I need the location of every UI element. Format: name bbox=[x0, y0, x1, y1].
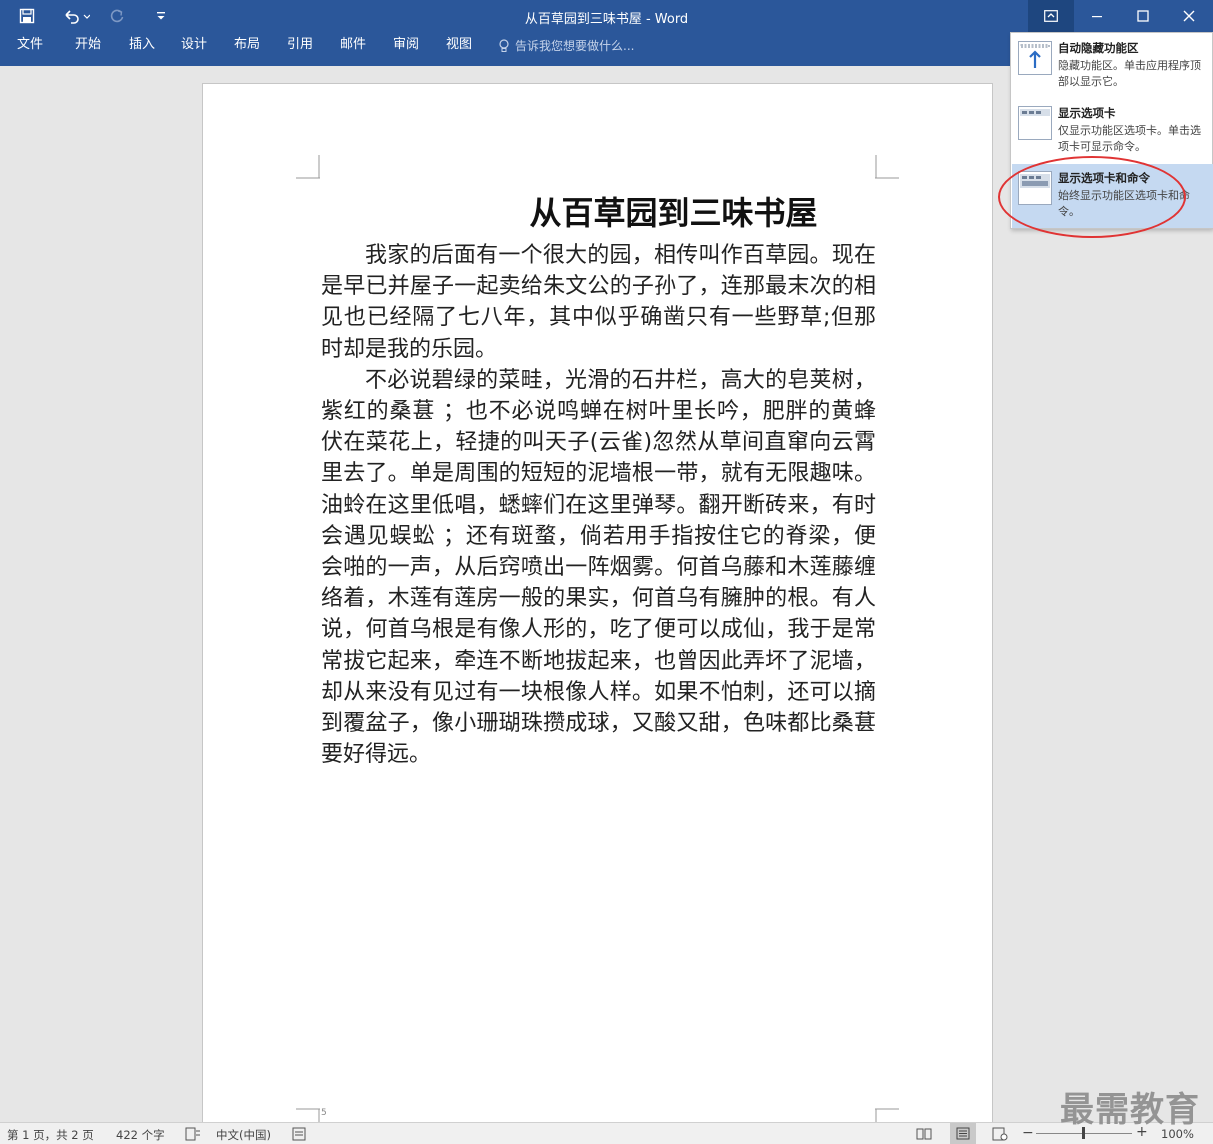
crop-mark-top-right bbox=[875, 155, 899, 179]
menu-item-title: 显示选项卡 bbox=[1058, 106, 1116, 120]
tell-me-label: 告诉我您想要做什么... bbox=[515, 39, 635, 53]
menu-item-title: 自动隐藏功能区 bbox=[1058, 41, 1139, 55]
proofing-icon[interactable] bbox=[185, 1127, 201, 1141]
redo-icon[interactable] bbox=[104, 4, 130, 28]
ribbon-display-options-button[interactable] bbox=[1028, 0, 1074, 32]
save-icon[interactable] bbox=[14, 4, 40, 28]
close-icon bbox=[1183, 10, 1195, 22]
ribbon-display-options-menu: 自动隐藏功能区 隐藏功能区。单击应用程序顶部以显示它。 显示选项卡 仅显示功能区… bbox=[1010, 32, 1213, 229]
status-bar: 第 1 页，共 2 页 422 个字 中文(中国) − + 100% bbox=[0, 1122, 1213, 1144]
print-layout-icon bbox=[956, 1127, 970, 1140]
tab-review[interactable]: 审阅 bbox=[393, 37, 419, 53]
menu-item-show-tabs-and-commands[interactable]: 显示选项卡和命令 始终显示功能区选项卡和命令。 bbox=[1012, 164, 1213, 228]
lightbulb-icon bbox=[499, 38, 509, 52]
menu-item-show-tabs[interactable]: 显示选项卡 仅显示功能区选项卡。单击选项卡可显示命令。 bbox=[1012, 99, 1213, 163]
tell-me-box[interactable]: 告诉我您想要做什么... bbox=[498, 37, 634, 54]
page-marker: 5 bbox=[321, 1108, 327, 1118]
ribbon-display-options-icon bbox=[1044, 10, 1058, 22]
maximize-icon bbox=[1137, 10, 1149, 22]
read-mode-icon[interactable] bbox=[916, 1127, 932, 1141]
crop-mark-bottom-right bbox=[875, 1108, 899, 1122]
minimize-button[interactable] bbox=[1074, 0, 1120, 32]
crop-mark-bottom-left bbox=[296, 1108, 320, 1122]
tab-view[interactable]: 视图 bbox=[446, 37, 472, 53]
paragraph[interactable]: 我家的后面有一个很大的园，相传叫作百草园。现在是早已并屋子一起卖给朱文公的子孙了… bbox=[321, 240, 876, 365]
page-count[interactable]: 第 1 页，共 2 页 bbox=[7, 1127, 94, 1143]
menu-item-title: 显示选项卡和命令 bbox=[1058, 171, 1150, 185]
document-title[interactable]: 从百草园到三味书屋 bbox=[321, 188, 876, 234]
customize-quick-access-icon[interactable] bbox=[150, 4, 172, 28]
show-tabs-and-commands-icon bbox=[1018, 171, 1052, 205]
close-button[interactable] bbox=[1166, 0, 1212, 32]
auto-hide-ribbon-icon bbox=[1018, 41, 1052, 75]
zoom-out-button[interactable]: − bbox=[1022, 1125, 1034, 1141]
paragraph[interactable]: 不必说碧绿的菜畦，光滑的石井栏，高大的皂荚树，紫红的桑葚 ；也不必说鸣蝉在树叶里… bbox=[321, 365, 876, 771]
crop-mark-top-left bbox=[296, 155, 320, 179]
minimize-icon bbox=[1092, 16, 1102, 18]
menu-item-description: 隐藏功能区。单击应用程序顶部以显示它。 bbox=[1058, 59, 1201, 88]
tab-design[interactable]: 设计 bbox=[181, 37, 207, 53]
watermark: 最需教育 bbox=[1060, 1090, 1200, 1130]
menu-item-description: 仅显示功能区选项卡。单击选项卡可显示命令。 bbox=[1058, 124, 1201, 153]
web-layout-icon[interactable] bbox=[992, 1127, 1008, 1141]
maximize-button[interactable] bbox=[1120, 0, 1166, 32]
document-body[interactable]: 我家的后面有一个很大的园，相传叫作百草园。现在是早已并屋子一起卖给朱文公的子孙了… bbox=[321, 240, 876, 770]
tab-layout[interactable]: 布局 bbox=[234, 37, 260, 53]
tab-insert[interactable]: 插入 bbox=[129, 37, 155, 53]
tab-home[interactable]: 开始 bbox=[75, 37, 101, 53]
tab-file[interactable]: 文件 bbox=[17, 37, 43, 53]
print-layout-button[interactable] bbox=[950, 1123, 976, 1144]
word-count[interactable]: 422 个字 bbox=[116, 1127, 165, 1143]
tab-references[interactable]: 引用 bbox=[287, 37, 313, 53]
language-indicator[interactable]: 中文(中国) bbox=[216, 1127, 271, 1143]
macro-recording-icon[interactable] bbox=[292, 1127, 306, 1141]
tab-mailings[interactable]: 邮件 bbox=[340, 37, 366, 53]
show-tabs-icon bbox=[1018, 106, 1052, 140]
title-bar: 从百草园到三味书屋 - Word bbox=[0, 0, 1213, 32]
menu-item-auto-hide-ribbon[interactable]: 自动隐藏功能区 隐藏功能区。单击应用程序顶部以显示它。 bbox=[1012, 34, 1213, 98]
menu-item-description: 始终显示功能区选项卡和命令。 bbox=[1058, 189, 1190, 218]
undo-icon[interactable] bbox=[58, 4, 94, 28]
